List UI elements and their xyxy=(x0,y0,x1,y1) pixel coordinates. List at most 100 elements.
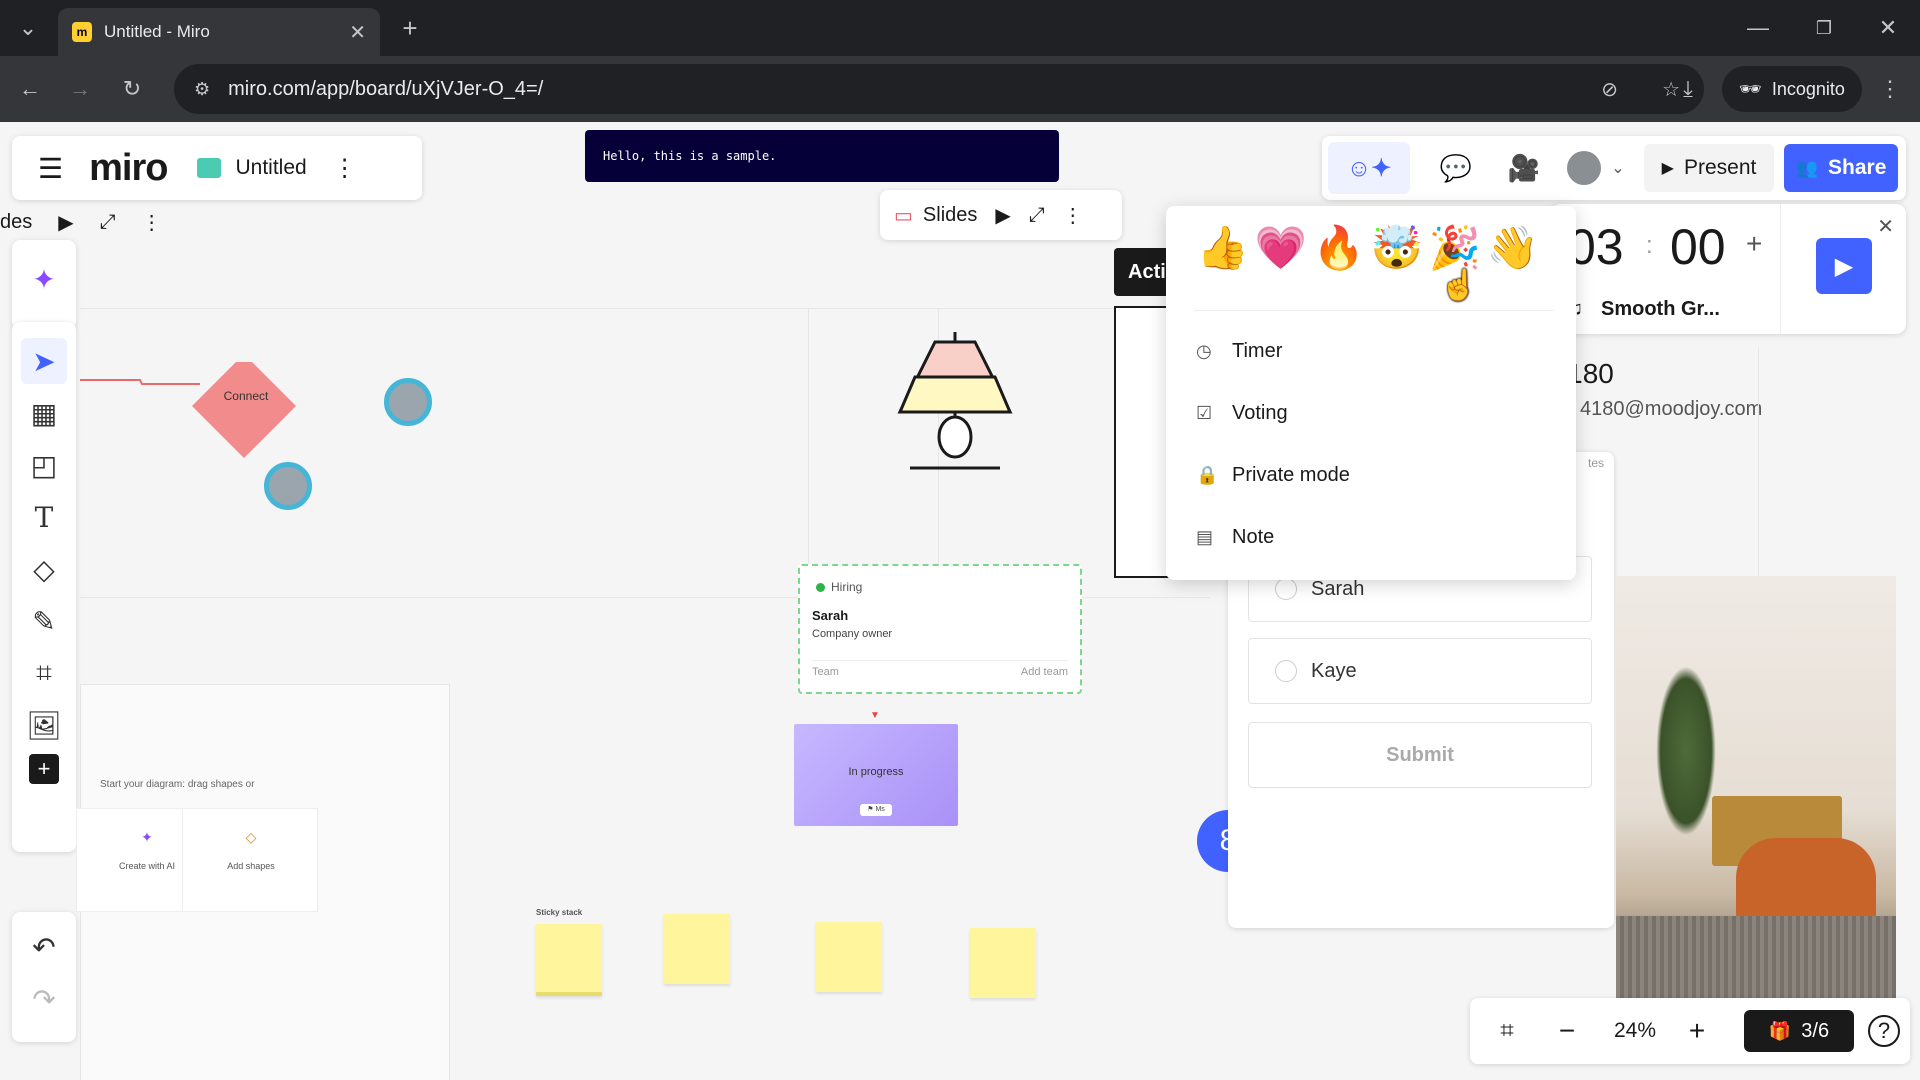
reactions-icon[interactable]: ☺✦ xyxy=(1328,142,1410,194)
connector-line xyxy=(80,379,200,385)
sticky-note[interactable] xyxy=(816,922,882,992)
site-info-icon[interactable]: ⚙ xyxy=(194,79,210,100)
back-icon[interactable]: ← xyxy=(12,71,48,107)
address-bar[interactable]: ⚙ miro.com/app/board/uXjVJer-O_4=/ ⊘ ☆ xyxy=(174,64,1704,114)
menu-item-note[interactable]: ▤ Note xyxy=(1166,506,1576,568)
undo-icon[interactable]: ↶ xyxy=(21,924,67,970)
board-options-icon[interactable]: ⋮ xyxy=(333,154,357,183)
submit-label: Submit xyxy=(1386,743,1454,766)
heart-emoji[interactable]: 💗 xyxy=(1252,224,1310,273)
board-canvas[interactable]: ☰ miro Untitled ⋮ des ▶ ⤢ ⋮ Hello, this … xyxy=(0,122,1920,1080)
mind-blown-emoji[interactable]: 🤯 xyxy=(1368,224,1426,273)
ai-sparkle-icon[interactable]: ✦ xyxy=(21,256,67,302)
card-team: Team xyxy=(812,666,839,678)
slides-label[interactable]: Slides xyxy=(923,204,977,227)
voting-icon: ☑ xyxy=(1196,402,1213,423)
comments-icon[interactable]: 💬 xyxy=(1434,146,1478,190)
party-emoji[interactable]: 🎉 xyxy=(1426,224,1484,273)
download-icon[interactable]: ⤓ xyxy=(1670,71,1706,107)
frame-icon[interactable]: ⌗ xyxy=(21,650,67,696)
video-call-icon[interactable]: 🎥 xyxy=(1502,146,1546,190)
hiring-tag: Hiring xyxy=(816,580,862,594)
main-menu-icon[interactable]: ☰ xyxy=(38,152,63,185)
restore-icon[interactable]: ❐ xyxy=(1806,10,1842,46)
avatar-menu[interactable]: ⌄ xyxy=(1556,146,1636,190)
slides-play-icon[interactable]: ▶ xyxy=(995,203,1010,228)
eye-off-icon[interactable]: ⊘ xyxy=(1601,77,1618,102)
minimize-icon[interactable]: — xyxy=(1740,10,1776,46)
redo-icon[interactable]: ↷ xyxy=(21,976,67,1022)
vote-option[interactable]: Kaye xyxy=(1248,638,1592,704)
slides-expand-icon[interactable]: ⤢ xyxy=(1029,204,1045,227)
wave-emoji[interactable]: 👋 xyxy=(1484,224,1542,273)
forward-icon[interactable]: → xyxy=(62,71,98,107)
new-tab-icon[interactable]: + xyxy=(392,10,428,46)
profile-email-partial: 4180@moodjoy.com xyxy=(1580,398,1763,420)
zoom-in-icon[interactable]: + xyxy=(1676,1010,1718,1052)
add-shapes-tile[interactable]: ◇ Add shapes xyxy=(182,808,318,912)
radio-button[interactable] xyxy=(1275,578,1297,600)
collaborator-avatar[interactable] xyxy=(264,462,312,510)
zoom-level[interactable]: 24% xyxy=(1600,1010,1670,1052)
more-tools-icon[interactable]: + xyxy=(29,754,59,784)
upload-icon[interactable]: 🖼 xyxy=(21,702,67,748)
note-icon: ▤ xyxy=(1196,526,1214,547)
hiring-card[interactable]: Hiring Sarah Company owner Team Add team xyxy=(798,564,1082,694)
sticky-stack[interactable] xyxy=(536,924,602,996)
lamp-illustration[interactable] xyxy=(890,332,1020,482)
browser-menu-icon[interactable]: ⋮ xyxy=(1872,71,1908,107)
emoji-row: 👍 💗 🔥 🤯 🎉 👋 xyxy=(1194,224,1542,273)
browser-tab[interactable]: m Untitled - Miro ✕ xyxy=(58,8,380,56)
pen-icon[interactable]: ✎ xyxy=(21,598,67,644)
tab-search-icon[interactable]: ⌄ xyxy=(10,10,46,46)
submit-vote-button[interactable]: Submit xyxy=(1248,722,1592,788)
menu-item-timer[interactable]: ◷ Timer xyxy=(1166,320,1576,382)
reload-icon[interactable]: ↻ xyxy=(114,71,150,107)
play-icon[interactable]: ▶ xyxy=(58,210,73,235)
templates-icon[interactable]: ▦ xyxy=(21,390,67,436)
timer-icon: ◷ xyxy=(1196,340,1212,361)
pages-button[interactable]: 🎁 3/6 xyxy=(1744,1010,1854,1052)
radio-button[interactable] xyxy=(1275,660,1297,682)
timer-minutes[interactable]: 03 xyxy=(1568,218,1624,276)
zoom-out-icon[interactable]: − xyxy=(1546,1010,1588,1052)
help-icon[interactable]: ? xyxy=(1868,1015,1900,1047)
action-card-header[interactable]: Acti xyxy=(1114,248,1172,296)
share-button[interactable]: 👥 Share xyxy=(1784,144,1898,192)
fire-emoji[interactable]: 🔥 xyxy=(1310,224,1368,273)
voting-small-text: tes xyxy=(1587,456,1604,470)
menu-item-private-mode[interactable]: 🔒 Private mode xyxy=(1166,444,1576,506)
expand-icon[interactable]: ⤢ xyxy=(100,211,116,234)
board-title[interactable]: Untitled xyxy=(235,156,306,180)
slides-more-icon[interactable]: ⋮ xyxy=(1063,203,1083,228)
reactions-dropdown: 👍 💗 🔥 🤯 🎉 👋 ◷ Timer ☑ Voting 🔒 Private m… xyxy=(1166,206,1576,580)
timer-add[interactable]: + xyxy=(1746,228,1762,260)
present-button[interactable]: ▶ Present xyxy=(1644,144,1774,192)
shapes-icon[interactable]: ◇ xyxy=(21,546,67,592)
timer-seconds[interactable]: 00 xyxy=(1670,218,1726,276)
sticky-note-icon[interactable]: ◰ xyxy=(21,442,67,488)
sticky-note[interactable] xyxy=(664,914,730,984)
collaboration-bar: ☺✦ 💬 🎥 ⌄ ▶ Present 👥 Share xyxy=(1322,136,1906,200)
collaborator-avatar[interactable] xyxy=(384,378,432,426)
card-add-team[interactable]: Add team xyxy=(1021,666,1068,678)
room-photo[interactable] xyxy=(1616,576,1896,1000)
slides-label-partial[interactable]: des xyxy=(0,211,32,234)
incognito-badge[interactable]: 🕶 Incognito xyxy=(1722,66,1862,112)
text-tool-icon[interactable]: T xyxy=(21,494,67,540)
thumbs-up-emoji[interactable]: 👍 xyxy=(1194,224,1252,273)
more-icon[interactable]: ⋮ xyxy=(142,210,162,235)
sticky-note[interactable] xyxy=(970,928,1036,998)
menu-item-voting[interactable]: ☑ Voting xyxy=(1166,382,1576,444)
select-tool-icon[interactable]: ➤ xyxy=(21,338,67,384)
close-tab-icon[interactable]: ✕ xyxy=(349,20,366,45)
music-selector[interactable]: ♫ Smooth Gr... xyxy=(1568,298,1720,321)
action-card-body[interactable] xyxy=(1114,306,1172,578)
code-banner[interactable]: Hello, this is a sample. xyxy=(585,130,1059,182)
timer-start-button[interactable]: ▶ xyxy=(1816,238,1872,294)
in-progress-card[interactable]: In progress ⚑ Ms xyxy=(794,724,958,826)
fit-to-screen-icon[interactable]: ⌗ xyxy=(1486,1010,1528,1052)
close-window-icon[interactable]: ✕ xyxy=(1870,10,1906,46)
timer-close-icon[interactable]: ✕ xyxy=(1877,214,1894,239)
diamond-label[interactable]: Connect xyxy=(196,389,296,403)
